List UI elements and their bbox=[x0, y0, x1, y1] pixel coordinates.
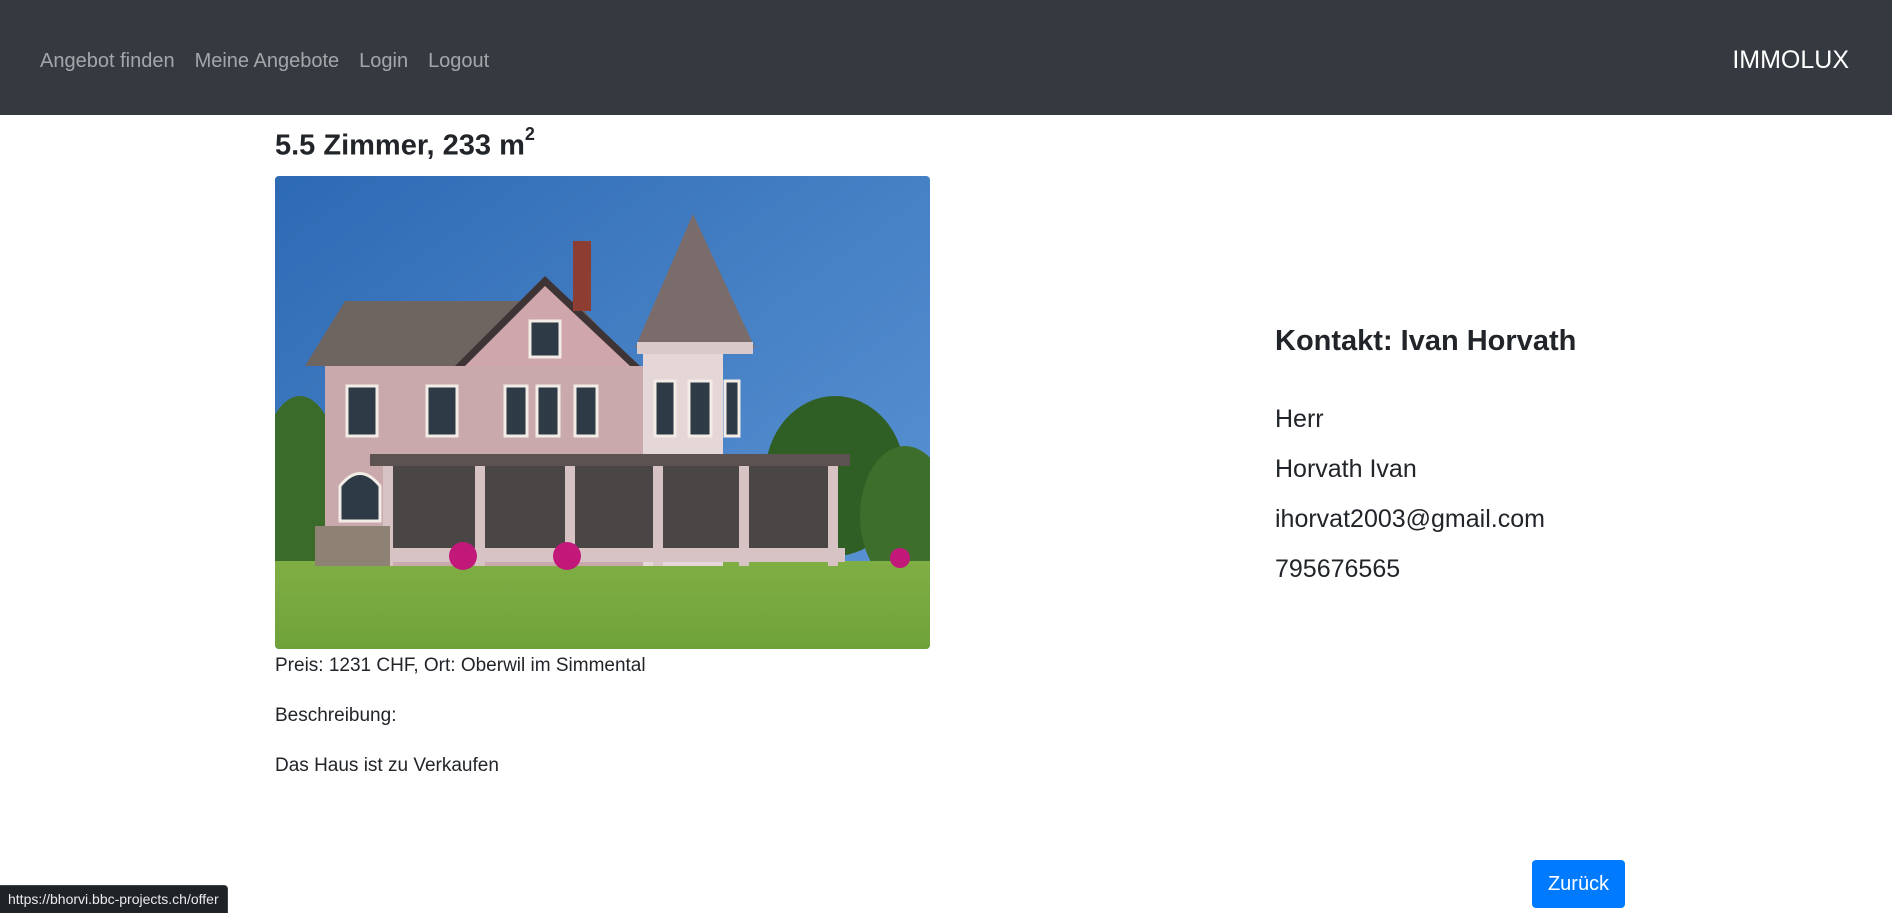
offer-description-label: Beschreibung: bbox=[275, 705, 397, 726]
contact-phone: 795676565 bbox=[1275, 555, 1401, 583]
nav-link-login[interactable]: Login bbox=[359, 50, 408, 73]
nav-link-angebot-finden[interactable]: Angebot finden bbox=[40, 50, 175, 73]
status-bar-url: https://bhorvi.bbc-projects.ch/offer bbox=[0, 885, 228, 913]
contact-title: Kontakt: Ivan Horvath bbox=[1275, 325, 1577, 357]
offer-title-text: 5.5 Zimmer, 233 m bbox=[275, 129, 525, 162]
offer-title-superscript: 2 bbox=[524, 124, 535, 144]
brand-logo[interactable]: IMMOLUX bbox=[1732, 46, 1849, 75]
property-photo bbox=[275, 176, 930, 649]
contact-name: Horvath Ivan bbox=[1275, 455, 1417, 483]
navbar: Angebot finden Meine Angebote Login Logo… bbox=[0, 0, 1892, 115]
back-button[interactable]: Zurück bbox=[1532, 860, 1625, 908]
offer-title: 5.5 Zimmer, 233 m2 bbox=[275, 124, 535, 163]
nav-link-logout[interactable]: Logout bbox=[428, 50, 489, 73]
contact-panel: Kontakt: Ivan Horvath Herr Horvath Ivan … bbox=[1275, 323, 1605, 583]
contact-email: ihorvat2003@gmail.com bbox=[1275, 505, 1545, 533]
offer-description: Das Haus ist zu Verkaufen bbox=[275, 755, 499, 776]
contact-salutation: Herr bbox=[1275, 405, 1324, 433]
nav-link-meine-angebote[interactable]: Meine Angebote bbox=[195, 50, 340, 73]
nav-links: Angebot finden Meine Angebote Login Logo… bbox=[40, 0, 489, 122]
offer-price-location: Preis: 1231 CHF, Ort: Oberwil im Simment… bbox=[275, 655, 646, 676]
